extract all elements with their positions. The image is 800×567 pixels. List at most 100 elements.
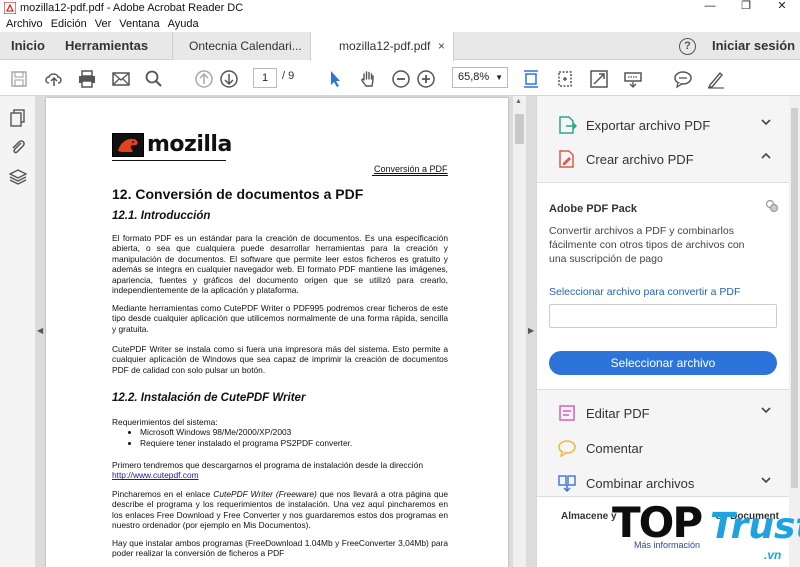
comment-icon[interactable] <box>672 68 694 90</box>
zoom-select[interactable]: 65,8% ▼ <box>452 67 508 88</box>
tab-document-mozilla[interactable]: mozilla12-pdf.pdf × <box>310 32 454 61</box>
panel-title: Adobe PDF Pack <box>549 203 638 215</box>
zoom-in-icon[interactable] <box>415 68 437 90</box>
fit-width-icon[interactable] <box>520 68 542 90</box>
chevron-down-icon <box>761 407 771 414</box>
doc-paragraph: El formato PDF es un estándar para la cr… <box>112 233 448 296</box>
footer-text-left: Almacene y <box>561 511 617 522</box>
page-total: / 9 <box>282 70 295 82</box>
maximize-button[interactable]: ❐ <box>728 0 764 15</box>
file-input[interactable] <box>549 304 777 328</box>
select-icon[interactable] <box>324 68 346 90</box>
email-icon[interactable] <box>110 68 132 90</box>
acrobat-icon <box>4 1 16 14</box>
tool-label: Comentar <box>586 440 644 456</box>
tab-document-ontecnia[interactable]: Ontecnia Calendari... <box>172 32 310 60</box>
doc-text-emphasis: CutePDF Writer (Freeware) <box>213 489 317 499</box>
tool-edit-pdf[interactable]: Editar PDF <box>537 396 789 430</box>
document-viewer[interactable]: mozilla Conversión a PDF 12. Conversión … <box>36 96 536 567</box>
tool-label: Combinar archivos <box>586 475 695 491</box>
doc-requirements: Requerimientos del sistema: Microsoft Wi… <box>112 417 448 448</box>
toptrust-watermark: TOP Trust Más información .vn <box>612 494 800 567</box>
doc-section-title: 12.2. Instalación de CutePDF Writer <box>112 392 306 404</box>
edit-pdf-icon <box>556 402 578 424</box>
minimize-button[interactable]: — <box>692 0 728 15</box>
comment-tool-icon <box>556 437 578 459</box>
title-bar: mozilla12-pdf.pdf - Adobe Acrobat Reader… <box>0 0 800 15</box>
page-down-icon[interactable] <box>218 68 240 90</box>
tab-bar: Inicio Herramientas Ontecnia Calendari..… <box>0 32 800 61</box>
chevron-down-icon <box>761 119 771 126</box>
print-icon[interactable] <box>76 68 98 90</box>
menu-edicion[interactable]: Edición <box>51 18 87 30</box>
select-file-link[interactable]: Seleccionar archivo para convertir a PDF <box>549 286 740 298</box>
signin-button[interactable]: Iniciar sesión <box>712 32 795 60</box>
scroll-up-icon[interactable]: ▲ <box>515 98 522 105</box>
hand-icon[interactable] <box>357 68 379 90</box>
upload-icon[interactable] <box>43 68 65 90</box>
list-item: Requiere tener instalado el programa PS2… <box>140 438 448 448</box>
zoom-value: 65,8% <box>458 71 490 83</box>
close-tab-icon[interactable]: × <box>438 32 445 60</box>
combine-files-icon <box>556 472 578 494</box>
fullscreen-icon[interactable] <box>588 68 610 90</box>
tool-comment[interactable]: Comentar <box>537 431 789 465</box>
tab-label: Ontecnia Calendari... <box>189 39 302 53</box>
pages-icon[interactable] <box>9 109 27 127</box>
help-icon[interactable]: ? <box>679 38 696 55</box>
tool-export-pdf[interactable]: Exportar archivo PDF <box>537 108 789 142</box>
menu-ayuda[interactable]: Ayuda <box>168 18 199 30</box>
attachment-icon[interactable] <box>9 138 27 156</box>
panel-description: Convertir archivos a PDF y combinarlos f… <box>549 225 745 265</box>
window-title: mozilla12-pdf.pdf - Adobe Acrobat Reader… <box>20 1 244 14</box>
chevron-down-icon: ▼ <box>495 73 503 82</box>
sign-icon[interactable] <box>705 68 727 90</box>
logo-text: mozilla <box>147 132 232 157</box>
create-pdf-icon <box>556 148 578 170</box>
menu-ver[interactable]: Ver <box>95 18 112 30</box>
tool-create-pdf[interactable]: Crear archivo PDF <box>537 142 789 176</box>
document-scrollbar[interactable]: ▲ <box>513 96 526 567</box>
tab-home[interactable]: Inicio <box>11 32 45 60</box>
left-navigation <box>0 96 36 567</box>
doc-paragraph: Primero tendremos que descargarnos el pr… <box>112 460 448 481</box>
search-icon[interactable] <box>143 68 165 90</box>
tool-label: Editar PDF <box>586 405 650 421</box>
doc-text: Primero tendremos que descargarnos el pr… <box>112 460 423 470</box>
mozilla-dragon-icon <box>112 132 144 157</box>
keyboard-icon[interactable] <box>622 68 644 90</box>
scroll-thumb[interactable] <box>515 114 524 144</box>
rotate-icon[interactable] <box>554 68 576 90</box>
page-number-input[interactable]: 1 <box>253 68 277 88</box>
select-file-button[interactable]: Seleccionar archivo <box>549 351 777 375</box>
tab-label: mozilla12-pdf.pdf <box>339 39 431 53</box>
tool-label: Crear archivo PDF <box>586 151 694 167</box>
menu-ventana[interactable]: Ventana <box>119 18 159 30</box>
chevron-down-icon <box>761 477 771 484</box>
layers-icon[interactable] <box>9 168 27 186</box>
watermark-vn: .vn <box>764 548 782 562</box>
page-up-icon[interactable] <box>193 68 215 90</box>
scroll-thumb[interactable] <box>791 108 798 488</box>
menu-archivo[interactable]: Archivo <box>6 18 43 30</box>
watermark-more-info: Más información <box>634 540 701 550</box>
info-icon[interactable] <box>765 199 779 213</box>
req-title: Requerimientos del sistema: <box>112 417 218 427</box>
save-icon[interactable] <box>8 68 30 90</box>
collapse-left-icon[interactable]: ◀ <box>37 326 43 335</box>
doc-link[interactable]: http://www.cutepdf.com <box>112 470 199 480</box>
close-window-button[interactable]: ✕ <box>764 0 800 15</box>
chevron-up-icon <box>761 152 771 159</box>
export-pdf-icon <box>556 114 578 136</box>
tool-label: Exportar archivo PDF <box>586 117 711 133</box>
menu-bar: Archivo Edición Ver Ventana Ayuda <box>0 15 800 32</box>
doc-header-rule <box>372 175 448 176</box>
collapse-right-icon[interactable]: ▶ <box>528 326 534 335</box>
pdf-page: mozilla Conversión a PDF 12. Conversión … <box>46 98 508 567</box>
doc-header-link: Conversión a PDF <box>374 164 448 174</box>
doc-heading: 12. Conversión de documentos a PDF <box>112 186 364 202</box>
zoom-out-icon[interactable] <box>390 68 412 90</box>
doc-paragraph: Hay que instalar ambos programas (FreeDo… <box>112 538 448 559</box>
tab-tools[interactable]: Herramientas <box>65 32 148 60</box>
create-pdf-panel: Adobe PDF Pack Convertir archivos a PDF … <box>537 182 789 390</box>
